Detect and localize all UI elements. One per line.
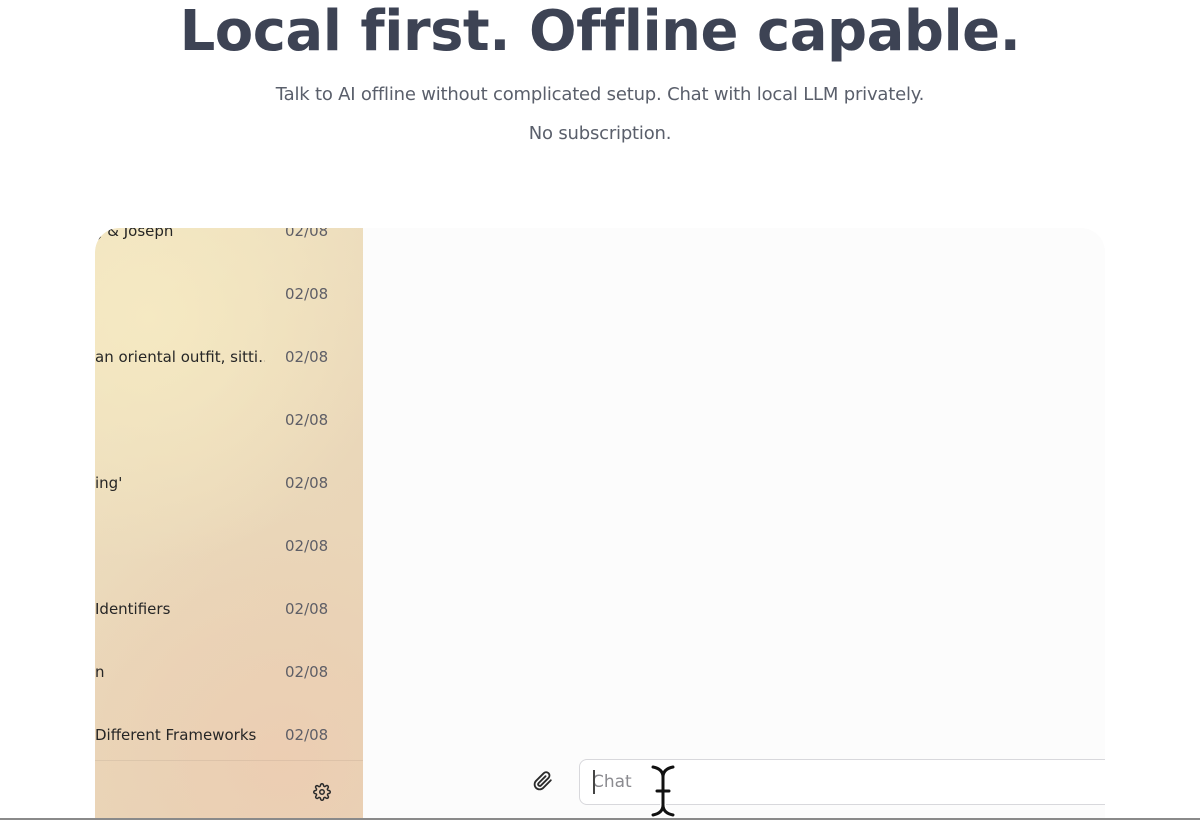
hero-title: Local first. Offline capable. [179,0,1021,64]
chat-list-item[interactable]: 02/08 [95,285,363,348]
chat-date: 02/08 [285,228,329,240]
chat-list-item[interactable]: an oriental outfit, sitti… 02/08 [95,348,363,411]
chat-date: 02/08 [285,600,329,618]
chat-date: 02/08 [285,726,329,744]
gear-icon[interactable] [313,783,331,801]
hero-subtitle: Talk to AI offline without complicated s… [275,84,925,105]
chat-main-area [363,228,1105,820]
chat-date: 02/08 [285,474,329,492]
chat-title: ing' [95,474,123,492]
chat-date: 02/08 [285,537,329,555]
hero-subtitle-note: No subscription. [528,123,672,144]
chat-title: an oriental outfit, sitti… [95,348,265,366]
chat-title: ˏ & Joseph [95,228,174,240]
chat-list-item[interactable]: 02/08 [95,411,363,474]
chat-title: Identifiers [95,600,171,618]
chat-list-item[interactable]: ˏ & Joseph 02/08 [95,228,363,285]
chat-title: Different Frameworks [95,726,257,744]
ibeam-cursor-icon [647,763,679,819]
chat-date: 02/08 [285,348,329,366]
chat-date: 02/08 [285,411,329,429]
sidebar: ˏ & Joseph 02/08 02/08 an oriental outfi… [95,228,363,820]
chat-title: n [95,663,105,681]
chat-list-item[interactable]: ing' 02/08 [95,474,363,537]
chat-list-item[interactable]: Identifiers 02/08 [95,600,363,663]
chat-list-item[interactable]: n 02/08 [95,663,363,726]
chat-date: 02/08 [285,663,329,681]
chat-date: 02/08 [285,285,329,303]
app-window: ˏ & Joseph 02/08 02/08 an oriental outfi… [95,228,1105,820]
sidebar-footer [95,760,363,820]
text-caret [593,770,595,794]
paperclip-icon[interactable] [533,770,553,792]
chat-list-item[interactable]: 02/08 [95,537,363,600]
